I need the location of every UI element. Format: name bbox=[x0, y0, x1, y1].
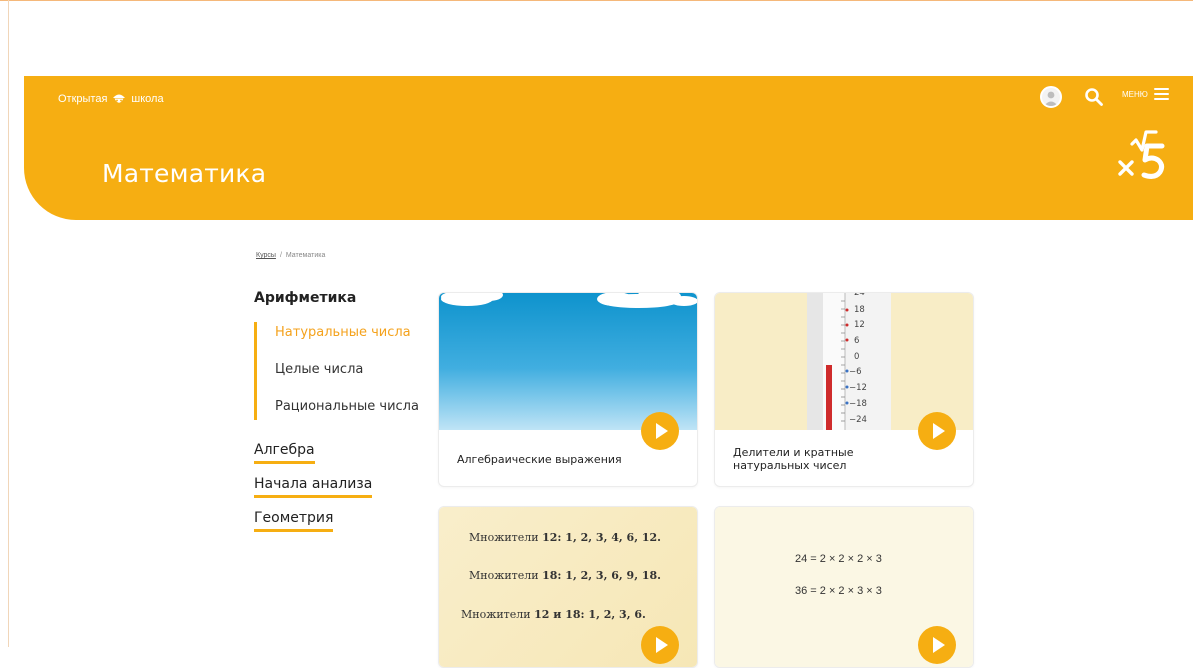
scale-label: 0 bbox=[854, 352, 859, 362]
factorization-line: 36 = 2 × 2 × 3 × 3 bbox=[795, 585, 882, 597]
thermometer-image: 24 18 12 6 0 −6 −12 −18 −24 bbox=[807, 293, 891, 430]
sidebar-category-geometry[interactable]: Геометрия bbox=[254, 510, 334, 532]
page-title: Математика bbox=[102, 158, 267, 188]
scale-label: 24 bbox=[854, 293, 865, 298]
course-sidebar: Арифметика Натуральные числа Целые числа… bbox=[254, 290, 424, 544]
clouds-image bbox=[441, 293, 697, 308]
sky-clouds-thumbnail bbox=[439, 293, 697, 430]
search-icon[interactable] bbox=[1084, 87, 1104, 107]
sidebar-category-algebra[interactable]: Алгебра bbox=[254, 442, 315, 464]
menu-button[interactable]: МЕНЮ bbox=[1122, 88, 1169, 100]
menu-label: МЕНЮ bbox=[1122, 89, 1148, 99]
scale-label: 6 bbox=[854, 336, 859, 346]
lesson-card-title: Делители и кратные натуральных чисел bbox=[733, 446, 854, 472]
page-header: Открытая школа МЕНЮ Математика bbox=[24, 76, 1193, 220]
scale-label: −18 bbox=[849, 399, 867, 409]
scale-label: −6 bbox=[849, 367, 862, 377]
breadcrumb-separator: / bbox=[279, 252, 282, 259]
sidebar-category-calculus[interactable]: Начала анализа bbox=[254, 476, 373, 498]
play-icon[interactable] bbox=[918, 412, 956, 450]
factors-line: Множители 12 и 18: 1, 2, 3, 6. bbox=[461, 608, 646, 621]
frame-left-line bbox=[8, 0, 9, 647]
scale-label: 12 bbox=[854, 320, 865, 330]
user-avatar-icon[interactable] bbox=[1040, 86, 1062, 108]
scale-label: 18 bbox=[854, 305, 865, 315]
sidebar-item-natural-numbers[interactable]: Натуральные числа bbox=[275, 322, 424, 359]
hamburger-icon bbox=[1153, 88, 1169, 100]
math-symbol-icon bbox=[1118, 130, 1165, 179]
play-icon[interactable] bbox=[918, 626, 956, 664]
lesson-card-title: Алгебраические выражения bbox=[457, 453, 622, 466]
logo-text-left: Открытая bbox=[58, 93, 108, 105]
breadcrumb: Курсы / Математика bbox=[256, 252, 325, 259]
sidebar-categories: Алгебра Начала анализа Геометрия bbox=[254, 442, 424, 544]
sidebar-item-integers[interactable]: Целые числа bbox=[275, 359, 424, 396]
lesson-card[interactable]: Множители 12: 1, 2, 3, 4, 6, 12. Множите… bbox=[438, 506, 698, 668]
factorization-line: 24 = 2 × 2 × 2 × 3 bbox=[795, 553, 882, 565]
logo-text-right: школа bbox=[131, 93, 164, 105]
lesson-card[interactable]: 24 18 12 6 0 −6 −12 −18 −24 Делители и к… bbox=[714, 292, 974, 487]
sidebar-section-title[interactable]: Арифметика bbox=[254, 290, 424, 306]
breadcrumb-courses-link[interactable]: Курсы bbox=[256, 252, 276, 259]
sidebar-item-rational-numbers[interactable]: Рациональные числа bbox=[275, 396, 424, 420]
scale-label: −12 bbox=[849, 383, 867, 393]
scale-label: −24 bbox=[849, 415, 867, 425]
factors-line: Множители 18: 1, 2, 3, 6, 9, 18. bbox=[469, 569, 661, 582]
sidebar-sub-list: Натуральные числа Целые числа Рациональн… bbox=[254, 322, 424, 420]
lesson-card[interactable]: Алгебраические выражения bbox=[438, 292, 698, 487]
play-icon[interactable] bbox=[641, 626, 679, 664]
acorn-icon bbox=[113, 94, 126, 103]
lesson-card[interactable]: 24 = 2 × 2 × 2 × 3 36 = 2 × 2 × 3 × 3 bbox=[714, 506, 974, 668]
factors-line: Множители 12: 1, 2, 3, 4, 6, 12. bbox=[469, 531, 661, 544]
site-logo[interactable]: Открытая школа bbox=[58, 91, 164, 107]
frame-top-line bbox=[0, 0, 1193, 1]
play-icon[interactable] bbox=[641, 412, 679, 450]
breadcrumb-current: Математика bbox=[285, 252, 326, 259]
thermometer-thumbnail: 24 18 12 6 0 −6 −12 −18 −24 bbox=[715, 293, 973, 430]
